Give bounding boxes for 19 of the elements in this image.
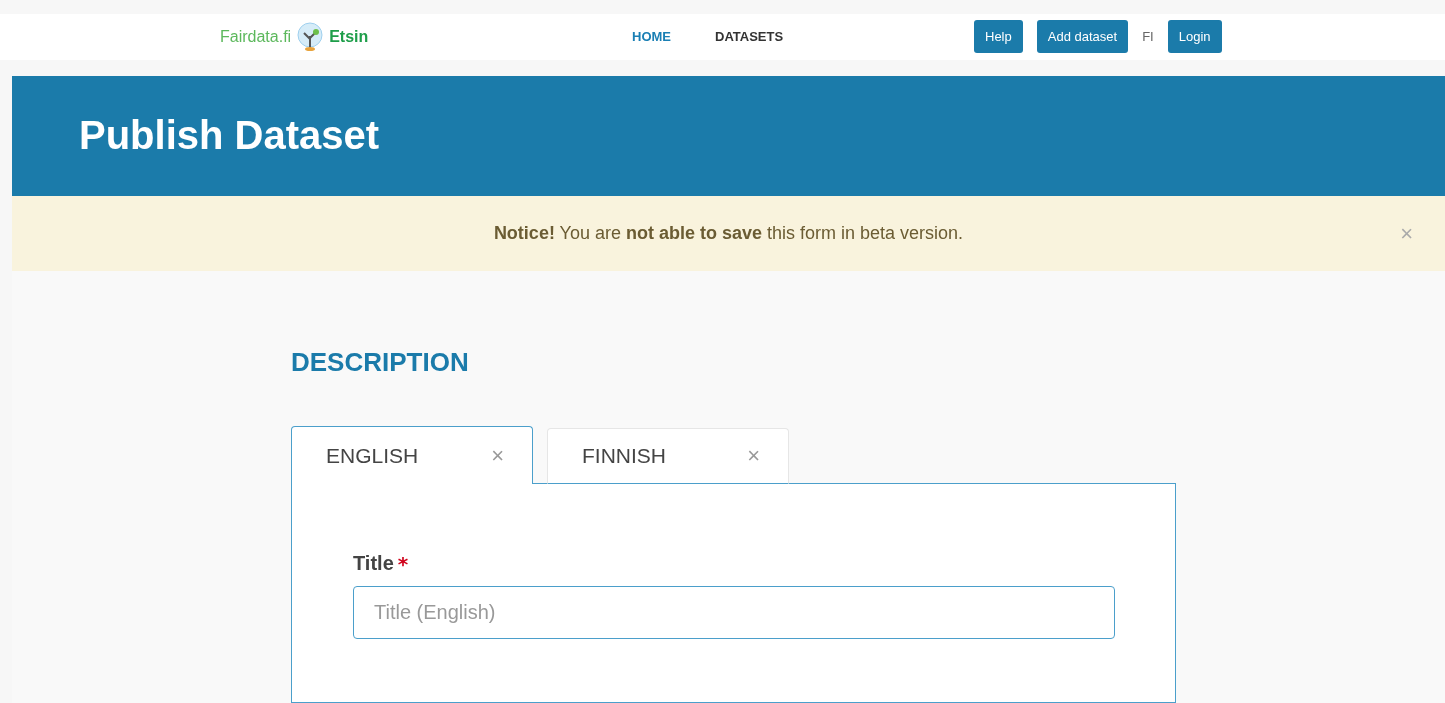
field-label: Title [353, 552, 394, 576]
required-mark: * [397, 552, 409, 576]
notice-text: Notice! You are not able to save this form in beta version. [493, 223, 964, 244]
nav-link[interactable]: DATASETS [715, 29, 784, 45]
title-input-field[interactable]: Title (English) [353, 586, 1115, 639]
close-button[interactable]: × [491, 442, 504, 469]
language-tab[interactable]: FINNISH × [547, 428, 789, 484]
language-link[interactable]: FI [1142, 29, 1154, 45]
nav-link[interactable]: HOME [632, 29, 671, 45]
section-heading: DESCRIPTION [291, 347, 470, 378]
product-name[interactable]: Etsin [329, 27, 369, 46]
login-button[interactable]: Login [1167, 20, 1222, 54]
page-title: Publish Dataset [79, 113, 380, 159]
close-button[interactable]: × [747, 443, 760, 469]
tree-logo-icon [295, 21, 326, 52]
header-button[interactable]: Add dataset [1036, 20, 1129, 54]
header-button[interactable]: Help [974, 20, 1023, 54]
brand-name[interactable]: Fairdata.fi [220, 27, 292, 46]
language-tab[interactable]: ENGLISH × [291, 426, 533, 484]
